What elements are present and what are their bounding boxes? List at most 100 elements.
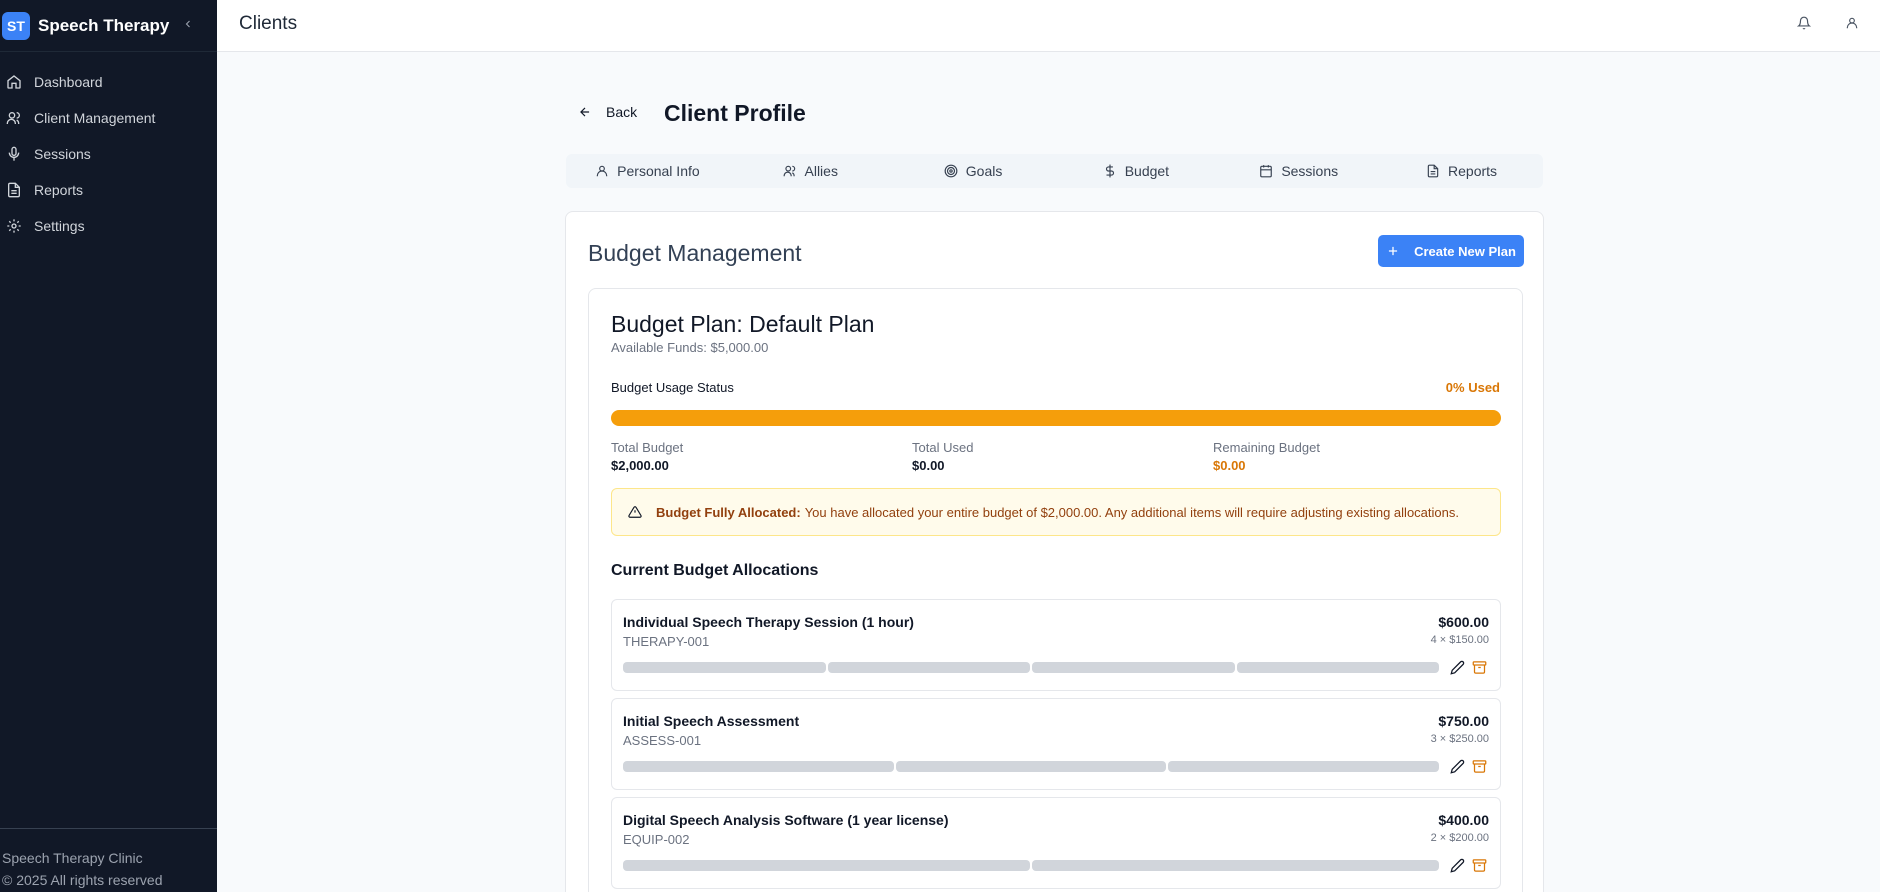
sidebar-item-settings[interactable]: Settings bbox=[0, 208, 217, 244]
sidebar-item-label: Settings bbox=[34, 218, 85, 234]
alert-title: Budget Fully Allocated: bbox=[656, 504, 801, 520]
pencil-icon[interactable] bbox=[1450, 759, 1466, 775]
sidebar-item-reports[interactable]: Reports bbox=[0, 172, 217, 208]
gear-icon bbox=[6, 218, 22, 234]
calendar-icon bbox=[1260, 165, 1273, 178]
alert-message: You have allocated your entire budget of… bbox=[804, 504, 1459, 520]
allocation-total: $600.00 bbox=[1438, 614, 1489, 630]
allocation-unit-segment bbox=[623, 860, 1030, 871]
tab-personal-info[interactable]: Personal Info bbox=[566, 154, 729, 188]
allocation-code: THERAPY-001 bbox=[623, 634, 710, 649]
tab-sessions[interactable]: Sessions bbox=[1217, 154, 1380, 188]
archive-icon[interactable] bbox=[1472, 660, 1488, 676]
warning-icon bbox=[628, 506, 642, 518]
allocation-unit-segment bbox=[623, 761, 894, 772]
clinic-name: Speech Therapy Clinic bbox=[2, 850, 143, 866]
allocation-unit-bar bbox=[623, 662, 1439, 673]
allocation-code: ASSESS-001 bbox=[623, 733, 702, 748]
collapse-sidebar-icon[interactable] bbox=[182, 14, 196, 34]
sidebar-nav: Dashboard Client Management Sessions Rep… bbox=[0, 64, 217, 244]
users-icon bbox=[6, 110, 22, 126]
archive-icon[interactable] bbox=[1472, 858, 1488, 874]
tab-budget[interactable]: Budget bbox=[1054, 154, 1217, 188]
budget-card: Budget Management Create New Plan Budget… bbox=[565, 211, 1544, 892]
back-button[interactable]: Back bbox=[578, 104, 637, 120]
usage-label: Budget Usage Status bbox=[611, 380, 734, 395]
sidebar-item-label: Client Management bbox=[34, 110, 156, 126]
stat-value: $2,000.00 bbox=[611, 458, 669, 473]
sidebar: ST Speech Therapy Dashboard Client Manag… bbox=[0, 0, 217, 892]
sidebar-footer: Speech Therapy Clinic © 2025 All rights … bbox=[0, 828, 217, 892]
create-plan-label: Create New Plan bbox=[1414, 243, 1516, 259]
user-icon bbox=[596, 165, 608, 177]
page-title: Client Profile bbox=[664, 100, 806, 126]
allocation-name: Initial Speech Assessment bbox=[623, 713, 800, 729]
stat-label: Remaining Budget bbox=[1213, 440, 1320, 455]
allocation-unit-segment bbox=[895, 761, 1167, 772]
allocation-unit-segment bbox=[1236, 662, 1439, 673]
tab-label: Reports bbox=[1448, 163, 1498, 179]
tab-label: Allies bbox=[804, 163, 838, 179]
allocation-name: Individual Speech Therapy Session (1 hou… bbox=[623, 614, 914, 630]
allocation-unit-segment bbox=[1032, 662, 1235, 673]
dollar-icon bbox=[1105, 164, 1114, 178]
allocation-unit-segment bbox=[623, 662, 826, 673]
tab-goals[interactable]: Goals bbox=[892, 154, 1055, 188]
file-text-icon bbox=[1427, 164, 1439, 178]
microphone-icon bbox=[6, 146, 22, 162]
allocation-item: Initial Speech Assessment ASSESS-001 $75… bbox=[611, 698, 1501, 790]
sidebar-item-label: Dashboard bbox=[34, 74, 103, 90]
file-text-icon bbox=[6, 182, 22, 198]
topbar: Clients bbox=[217, 0, 1880, 52]
allocation-calc: 4 × $150.00 bbox=[1430, 634, 1489, 646]
allocation-code: EQUIP-002 bbox=[623, 832, 690, 847]
app-name: Speech Therapy bbox=[38, 15, 170, 35]
bell-icon[interactable] bbox=[1796, 16, 1813, 32]
back-label: Back bbox=[606, 104, 638, 120]
sidebar-item-client-management[interactable]: Client Management bbox=[0, 100, 217, 136]
topbar-title: Clients bbox=[239, 13, 298, 34]
pencil-icon[interactable] bbox=[1450, 858, 1466, 874]
plan-title: Budget Plan: Default Plan bbox=[611, 311, 875, 337]
allocation-total: $750.00 bbox=[1438, 713, 1489, 729]
user-icon[interactable] bbox=[1845, 16, 1861, 32]
tab-label: Personal Info bbox=[617, 163, 700, 179]
budget-plan: Budget Plan: Default Plan Available Fund… bbox=[588, 288, 1523, 892]
sidebar-item-sessions[interactable]: Sessions bbox=[0, 136, 217, 172]
tab-label: Goals bbox=[965, 163, 1003, 179]
sidebar-item-dashboard[interactable]: Dashboard bbox=[0, 64, 217, 100]
allocation-item: Digital Speech Analysis Software (1 year… bbox=[611, 797, 1501, 889]
available-funds: Available Funds: $5,000.00 bbox=[611, 340, 769, 355]
archive-icon[interactable] bbox=[1472, 759, 1488, 775]
stat-label: Total Budget bbox=[611, 440, 684, 455]
usage-progress-bar bbox=[611, 410, 1501, 426]
target-icon bbox=[944, 164, 958, 178]
tab-label: Sessions bbox=[1281, 163, 1339, 179]
allocation-calc: 2 × $200.00 bbox=[1430, 832, 1489, 844]
allocations-heading: Current Budget Allocations bbox=[611, 562, 819, 579]
allocation-item: Individual Speech Therapy Session (1 hou… bbox=[611, 599, 1501, 691]
tab-reports[interactable]: Reports bbox=[1380, 154, 1543, 188]
allocation-calc: 3 × $250.00 bbox=[1430, 733, 1489, 745]
allocation-unit-segment bbox=[827, 662, 1030, 673]
plus-icon bbox=[1388, 246, 1398, 256]
tab-allies[interactable]: Allies bbox=[729, 154, 892, 188]
sidebar-item-label: Reports bbox=[34, 182, 84, 198]
stat-label: Total Used bbox=[912, 440, 974, 455]
pencil-icon[interactable] bbox=[1450, 660, 1466, 676]
allocation-unit-bar bbox=[623, 860, 1439, 871]
copyright: © 2025 All rights reserved bbox=[2, 872, 163, 888]
allocation-total: $400.00 bbox=[1438, 812, 1489, 828]
usage-percent: 0% Used bbox=[1445, 380, 1500, 395]
profile-tabs: Personal Info Allies Goals Budget Sessio… bbox=[566, 154, 1543, 188]
home-icon bbox=[6, 74, 22, 90]
budget-alert: Budget Fully Allocated: You have allocat… bbox=[611, 488, 1501, 536]
stat-total-budget: Total Budget $2,000.00 bbox=[611, 440, 683, 473]
create-plan-button[interactable]: Create New Plan bbox=[1378, 235, 1524, 267]
sidebar-item-label: Sessions bbox=[34, 146, 91, 162]
stat-value: $0.00 bbox=[1213, 458, 1246, 473]
stat-total-used: Total Used $0.00 bbox=[912, 440, 973, 473]
users-icon bbox=[783, 165, 795, 177]
app-logo: ST bbox=[2, 11, 30, 40]
stat-value: $0.00 bbox=[912, 458, 945, 473]
